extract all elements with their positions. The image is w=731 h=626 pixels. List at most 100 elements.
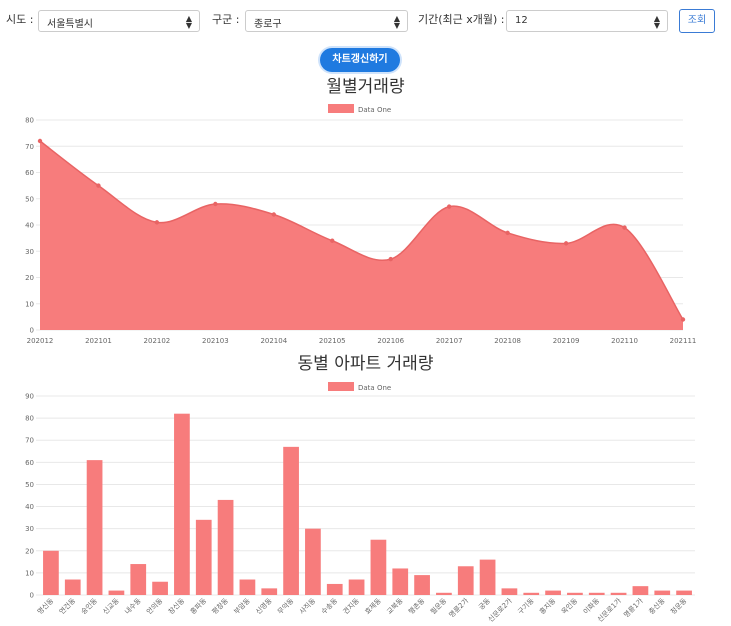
sido-select[interactable]: 서울특별시 ▲ ▼ (38, 10, 200, 32)
data-point (271, 212, 277, 217)
data-point (563, 241, 569, 246)
x-tick-label: 홍파동 (188, 596, 208, 616)
bar (305, 528, 321, 595)
bar (195, 519, 212, 595)
data-point (96, 183, 101, 188)
legend-swatch (328, 382, 354, 391)
x-tick-label: 교북동 (385, 596, 405, 616)
bar (392, 568, 409, 595)
x-tick-label: 신문로1가 (595, 596, 623, 624)
x-tick-label: 평창동 (210, 596, 230, 616)
data-point (680, 317, 686, 322)
y-tick-label: 50 (25, 195, 34, 203)
x-tick-label: 숭인동 (79, 596, 99, 616)
bar (86, 460, 103, 595)
y-tick-label: 10 (25, 300, 34, 308)
period-select[interactable]: 12 ▲ ▼ (506, 10, 668, 32)
x-tick-label: 202108 (494, 337, 521, 345)
bar (632, 586, 649, 595)
y-tick-label: 70 (25, 143, 34, 151)
monthly-area-chart: Data One 0 10 20 30 40 50 60 70 80 202012 202101 202… (25, 104, 696, 345)
bar (326, 583, 343, 595)
bar (64, 579, 81, 595)
bar (261, 588, 278, 595)
data-point (388, 256, 393, 262)
x-tick-label: 필운동 (428, 596, 448, 616)
x-tick-label: 홍지동 (537, 596, 557, 616)
legend-label: Data One (358, 106, 391, 114)
monthly-chart-title: 월별거래량 (326, 77, 405, 97)
x-tick-label: 202012 (27, 337, 54, 345)
x-tick-label: 명륜2가 (447, 596, 471, 620)
data-point (37, 138, 43, 144)
bar (174, 413, 190, 595)
y-tick-label: 60 (25, 169, 34, 177)
period-label: 기간(최근 x개월) : (418, 13, 505, 26)
bar (239, 579, 256, 595)
x-tick-label: 내수동 (123, 596, 143, 616)
gugun-select[interactable]: 종로구 ▲ ▼ (245, 10, 408, 32)
x-tick-label: 안의동 (144, 596, 164, 616)
bar (479, 559, 496, 595)
gugun-label: 구군 : (212, 13, 240, 26)
refresh-chart-button[interactable]: 차트갱신하기 (320, 48, 400, 72)
bar (457, 566, 474, 595)
y-tick-label: 40 (25, 503, 34, 511)
x-tick-label: 무악동 (276, 596, 296, 616)
x-tick-label: 이화동 (581, 596, 601, 616)
x-tick-label: 신교동 (101, 596, 121, 616)
x-tick-label: 202105 (319, 337, 346, 345)
data-point (154, 220, 160, 225)
bar (283, 446, 299, 595)
y-tick-label: 30 (25, 248, 34, 256)
data-point (446, 204, 452, 209)
legend-swatch (328, 104, 354, 113)
x-tick-label: 효제동 (364, 596, 384, 616)
x-tick-label: 202110 (611, 337, 638, 345)
x-tick-label: 사직동 (297, 596, 317, 616)
x-tick-label: 명륜1가 (622, 596, 646, 620)
x-tick-label: 명신동 (35, 596, 55, 616)
x-tick-label: 견지동 (341, 596, 361, 616)
x-tick-label: 구기동 (516, 596, 536, 616)
sido-label: 시도 : (6, 13, 34, 26)
dong-bar-chart: Data One 0 10 20 30 40 50 60 70 80 90 명신동 연건동 숭인동 신교동 내… (25, 382, 695, 624)
y-tick-label: 50 (25, 481, 34, 489)
bar (501, 588, 518, 595)
sido-selected-value: 서울특별시 (47, 19, 93, 30)
x-tick-label: 수송동 (320, 596, 340, 616)
bar (676, 590, 692, 595)
sort-arrows-icon: ▲ ▼ (185, 14, 192, 30)
bar (588, 592, 605, 595)
y-tick-label: 80 (25, 415, 34, 423)
data-point (213, 201, 218, 207)
bar (523, 592, 540, 595)
y-tick-label: 70 (25, 437, 34, 445)
y-tick-label: 40 (25, 222, 34, 230)
period-selected-value: 12 (515, 15, 528, 26)
dong-chart-title: 동별 아파트 거래량 (297, 354, 434, 374)
sort-arrows-icon: ▲ ▼ (653, 14, 660, 30)
sort-arrows-icon: ▲ ▼ (393, 14, 400, 30)
y-tick-label: 0 (30, 327, 34, 335)
x-tick-label: 202109 (553, 337, 580, 345)
bar (43, 550, 59, 595)
bar (152, 581, 168, 595)
legend-label: Data One (358, 384, 391, 392)
bar (108, 590, 125, 595)
bar (654, 590, 671, 595)
bar (545, 590, 561, 595)
x-tick-label: 창신동 (166, 596, 186, 616)
x-tick-label: 연건동 (57, 596, 77, 616)
y-tick-label: 10 (25, 569, 34, 577)
bar (610, 592, 627, 595)
x-tick-label: 충신동 (647, 596, 667, 616)
bar (348, 579, 365, 595)
search-button[interactable]: 조회 (679, 9, 715, 33)
y-tick-label: 60 (25, 459, 34, 467)
y-tick-label: 30 (25, 525, 34, 533)
gugun-selected-value: 종로구 (254, 19, 282, 30)
y-tick-label: 20 (25, 274, 34, 282)
y-tick-label: 90 (25, 393, 34, 401)
x-tick-label: 부암동 (233, 596, 253, 616)
